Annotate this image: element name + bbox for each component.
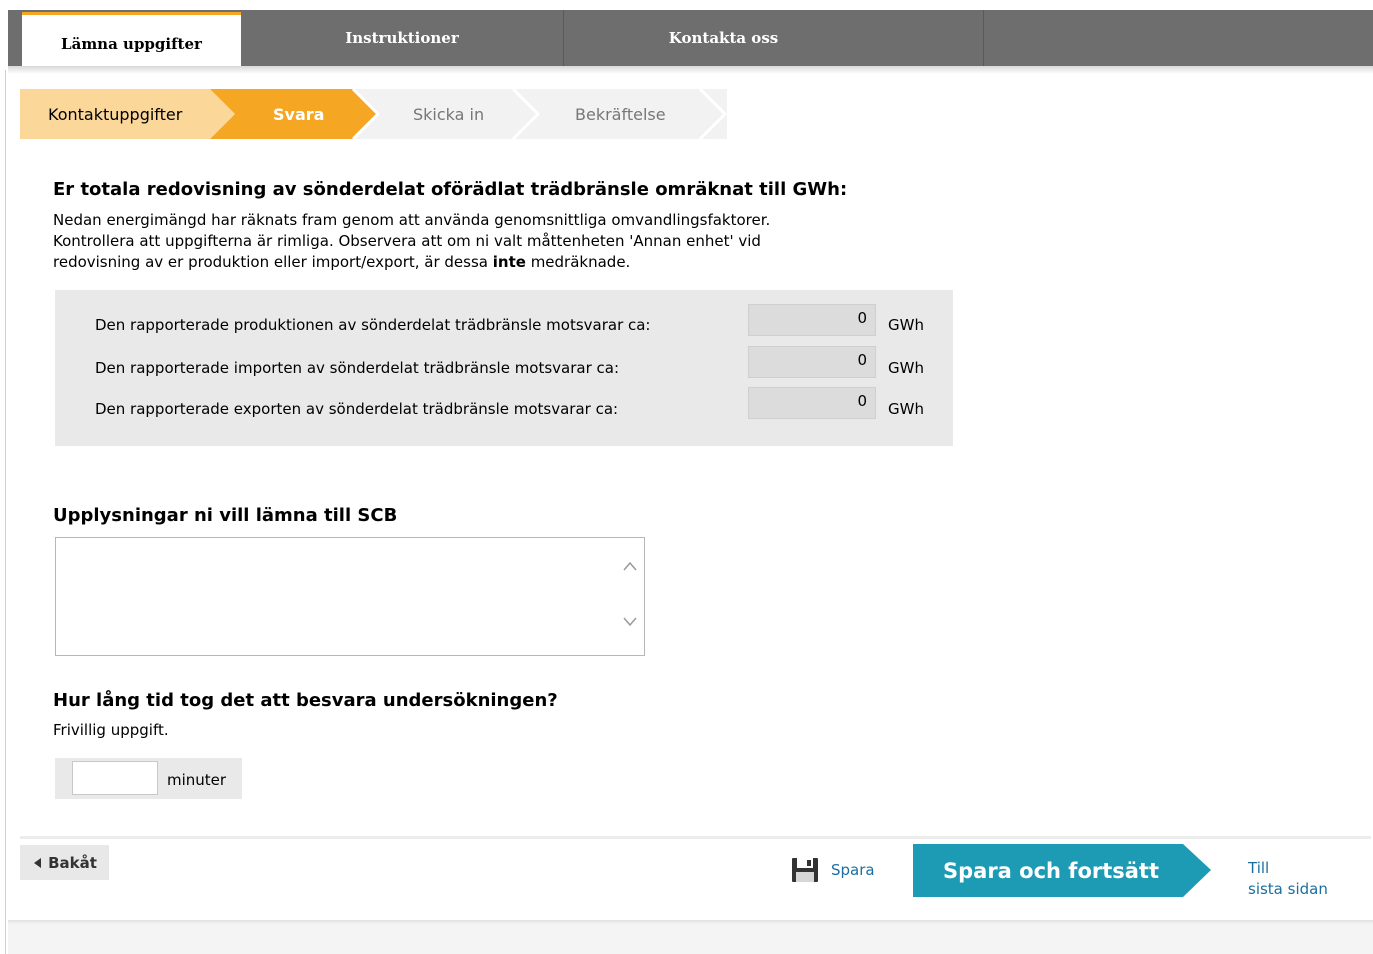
nav-shadow (8, 66, 1373, 74)
step-bekraftelse: Bekräftelse (575, 104, 666, 124)
export-unit: GWh (888, 400, 924, 418)
time-heading: Hur lång tid tog det att besvara undersö… (53, 690, 558, 711)
caret-left-icon (34, 857, 42, 868)
tab-kontakta-oss[interactable]: Kontakta oss (563, 10, 883, 66)
save-link[interactable]: Spara (791, 857, 875, 883)
production-unit: GWh (888, 316, 924, 334)
minutes-unit: minuter (167, 771, 227, 789)
energy-intro: Nedan energimängd har räknats fram genom… (53, 210, 770, 273)
last-page-link[interactable]: Till sista sidan (1248, 858, 1328, 900)
last-page-label: sista sidan (1248, 880, 1328, 898)
save-and-continue-label: Spara och fortsätt (943, 858, 1160, 883)
tab-label: Lämna uppgifter (61, 34, 202, 53)
tab-label: Instruktioner (345, 29, 459, 47)
time-input-group: minuter (55, 758, 242, 799)
import-unit: GWh (888, 359, 924, 377)
step-skicka-in: Skicka in (413, 104, 485, 124)
comments-heading: Upplysningar ni vill lämna till SCB (53, 505, 398, 526)
chevron-down-icon[interactable] (623, 614, 637, 628)
wizard-steps: Kontaktuppgifter Svara Skicka in Bekräft… (20, 89, 727, 139)
minutes-input[interactable] (72, 761, 158, 795)
energy-intro-line: Kontrollera att uppgifterna är rimliga. … (53, 232, 761, 250)
chevron-up-icon[interactable] (623, 560, 637, 574)
last-page-label: Till (1248, 859, 1270, 877)
back-label: Bakåt (48, 853, 97, 872)
save-label: Spara (831, 861, 875, 879)
save-and-continue-button[interactable]: Spara och fortsätt (913, 844, 1211, 897)
import-value: 0 (748, 346, 876, 378)
export-value: 0 (748, 387, 876, 419)
energy-intro-line: Nedan energimängd har räknats fram genom… (53, 211, 771, 229)
intro-text: redovisning av er produktion eller impor… (53, 253, 493, 271)
page-left-edge (5, 70, 6, 954)
tab-instruktioner[interactable]: Instruktioner (241, 10, 563, 66)
tab-lamna-uppgifter[interactable]: Lämna uppgifter (22, 12, 241, 68)
floppy-disk-icon (792, 858, 818, 882)
export-label: Den rapporterade exporten av sönderdelat… (95, 400, 619, 418)
intro-text: medräknade. (525, 253, 631, 271)
import-label: Den rapporterade importen av sönderdelat… (95, 359, 620, 377)
energy-intro-line: redovisning av er produktion eller impor… (53, 252, 770, 273)
back-button[interactable]: Bakåt (20, 845, 109, 880)
textarea-scrollbar[interactable] (618, 538, 644, 655)
tab-label: Kontakta oss (668, 29, 779, 47)
time-note: Frivillig uppgift. (53, 721, 169, 739)
production-label: Den rapporterade produktionen av sönderd… (95, 316, 651, 334)
energy-summary-box: Den rapporterade produktionen av sönderd… (55, 290, 953, 446)
production-value: 0 (748, 304, 876, 336)
step-kontaktuppgifter[interactable]: Kontaktuppgifter (48, 89, 182, 139)
step-svara: Svara (273, 104, 325, 124)
top-nav: Lämna uppgifter Instruktioner Kontakta o… (8, 10, 1373, 68)
tab-empty (983, 10, 1373, 66)
energy-heading: Er totala redovisning av sönderdelat ofö… (53, 179, 848, 200)
intro-emphasis: inte (492, 253, 526, 271)
comments-textarea[interactable] (55, 537, 645, 656)
footer-divider (20, 836, 1371, 839)
footer-bar (8, 920, 1373, 954)
